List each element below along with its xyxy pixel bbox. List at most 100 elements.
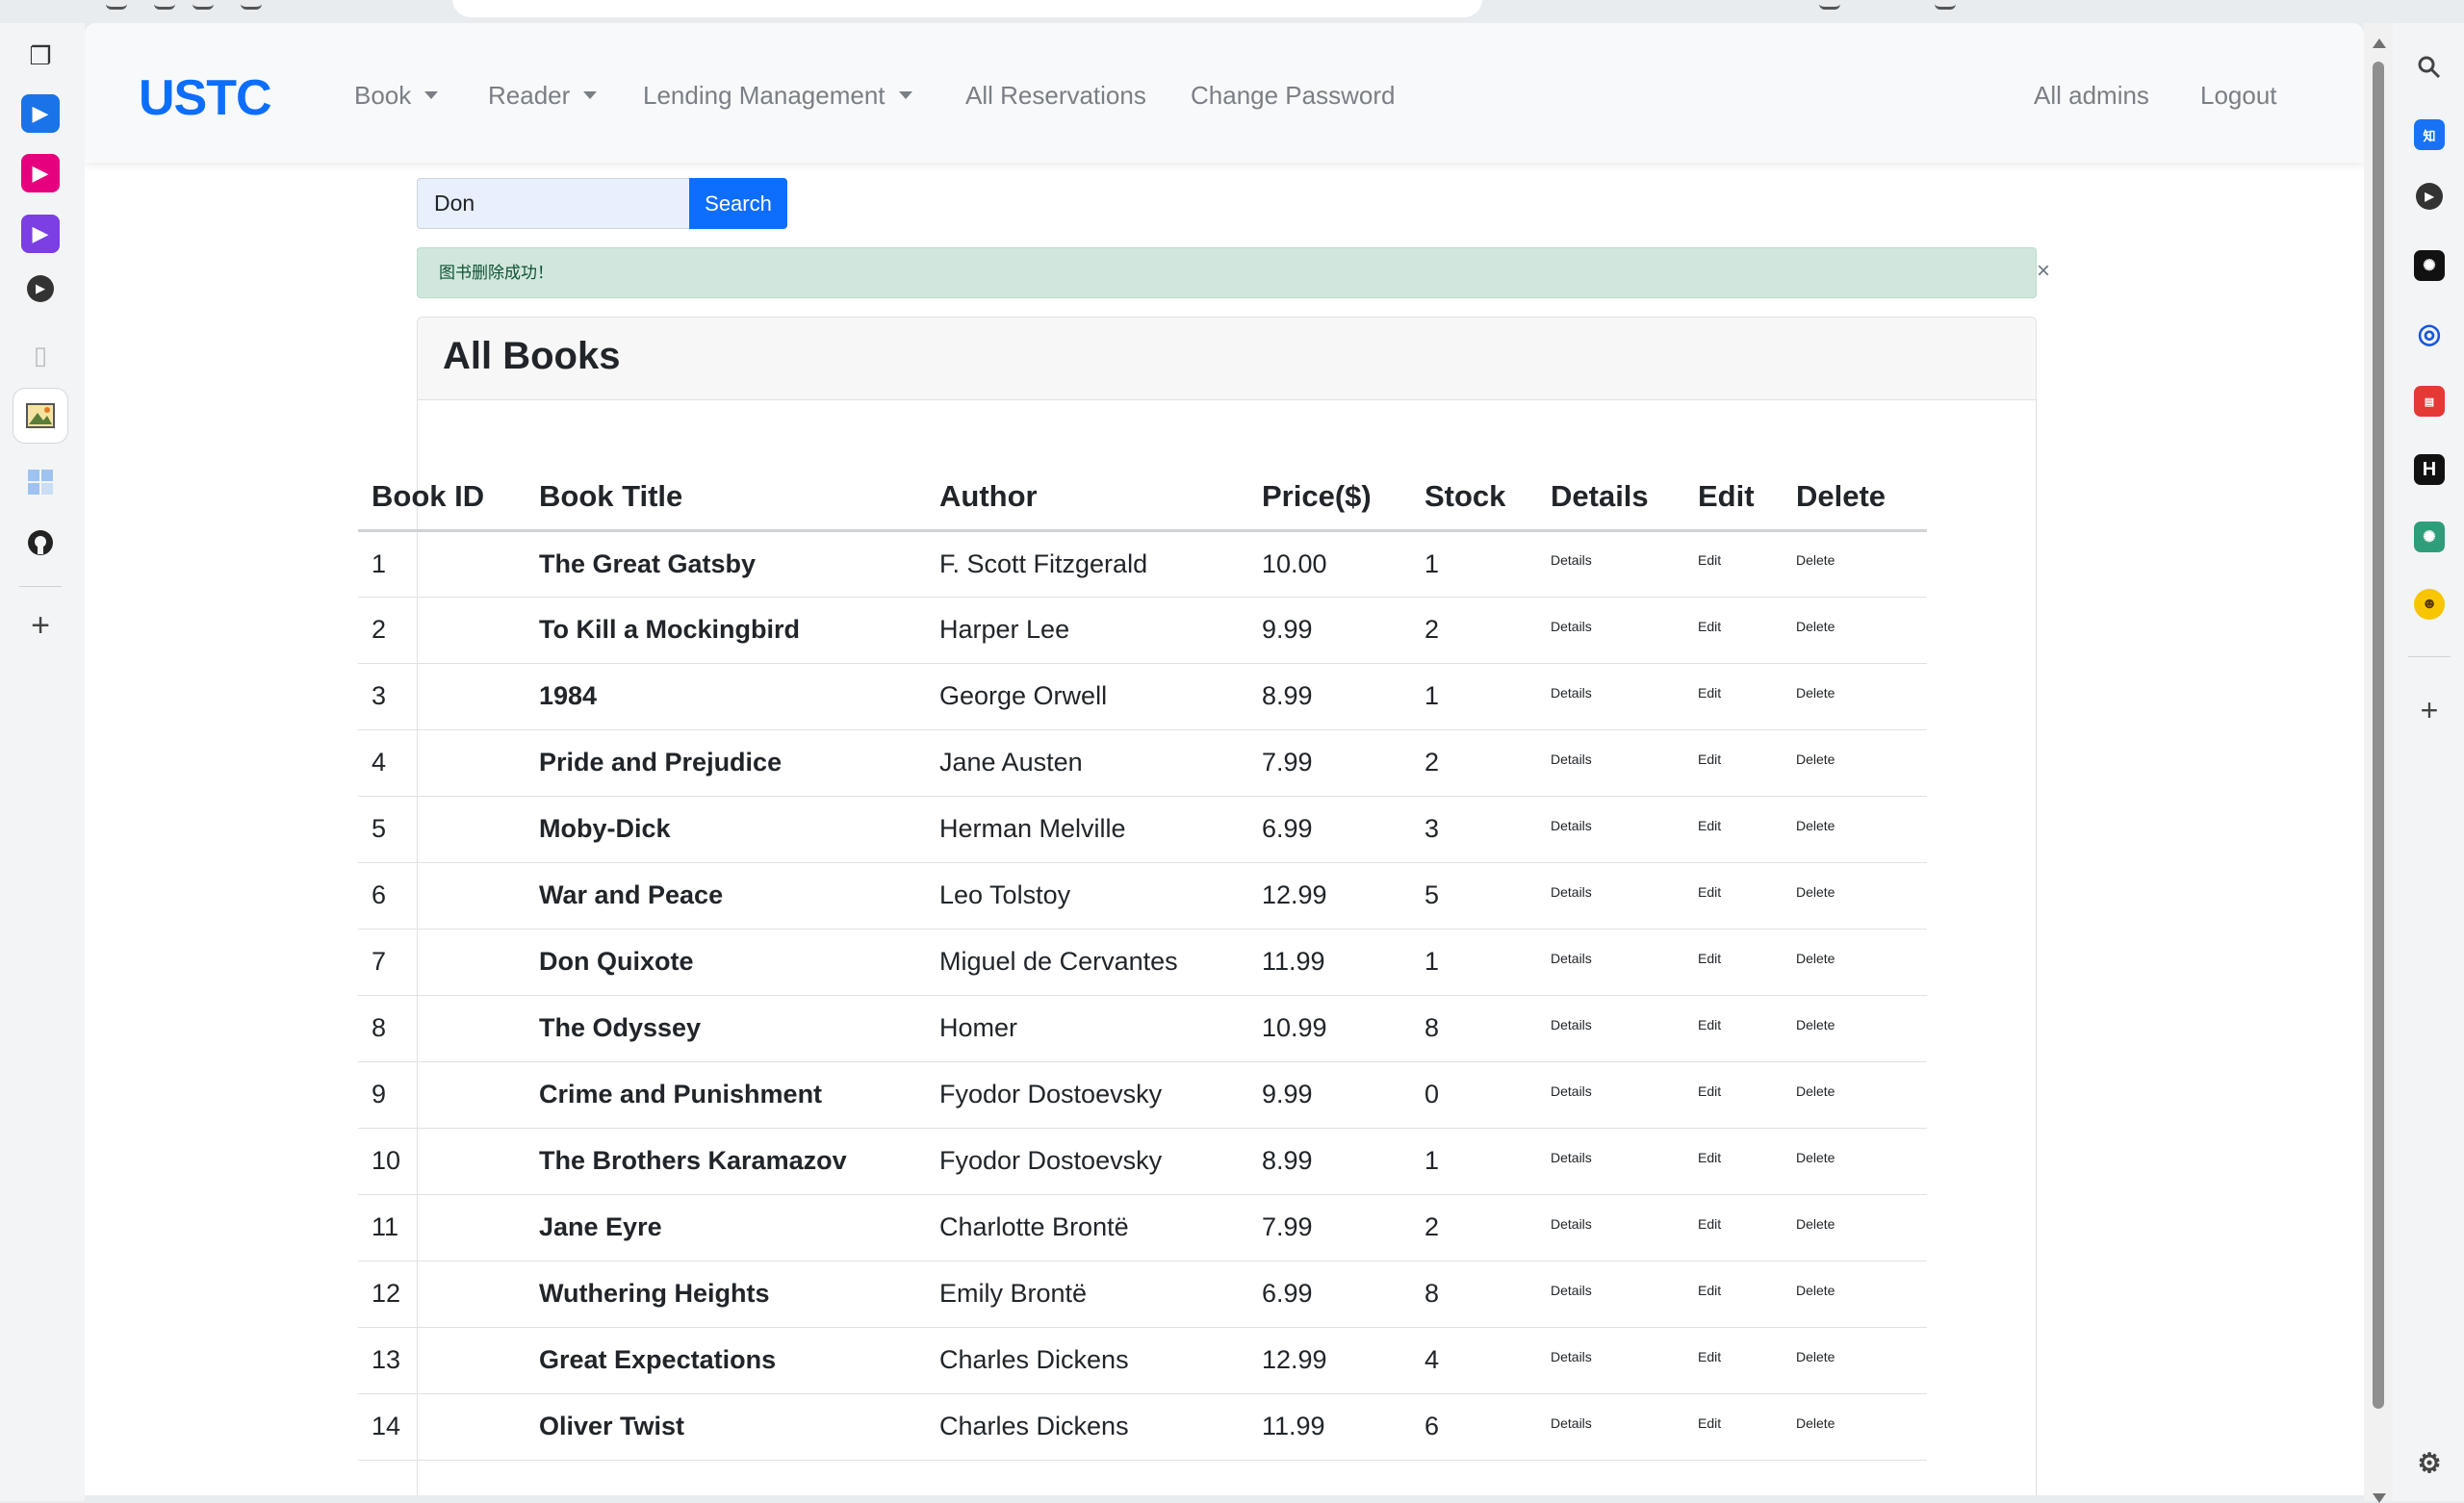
nav-all-reservations[interactable]: All Reservations bbox=[965, 81, 1146, 111]
page-scrollbar[interactable] bbox=[2364, 23, 2393, 1503]
stock-cell: 3 bbox=[1411, 796, 1537, 863]
delete-button[interactable]: Delete bbox=[1796, 619, 1835, 634]
nav-lending-dropdown[interactable]: Lending Management bbox=[643, 81, 912, 111]
edit-button[interactable]: Edit bbox=[1698, 818, 1721, 833]
video-app-icon-blue[interactable]: ▶ bbox=[21, 94, 60, 133]
extensions-icon[interactable] bbox=[1819, 0, 1840, 10]
edit-button[interactable]: Edit bbox=[1698, 552, 1721, 568]
details-button[interactable]: Details bbox=[1551, 884, 1592, 900]
scroll-up-arrow-icon[interactable] bbox=[2373, 38, 2386, 48]
scroll-down-arrow-icon[interactable] bbox=[2373, 1493, 2386, 1503]
emoji-icon[interactable]: ☻ bbox=[2414, 589, 2445, 620]
delete-button[interactable]: Delete bbox=[1796, 951, 1835, 966]
delete-button[interactable]: Delete bbox=[1796, 884, 1835, 900]
video-app-icon-pink[interactable]: ▶ bbox=[21, 154, 60, 192]
details-button[interactable]: Details bbox=[1551, 685, 1592, 701]
details-button[interactable]: Details bbox=[1551, 1083, 1592, 1099]
search-icon[interactable] bbox=[2414, 52, 2445, 83]
edit-button[interactable]: Edit bbox=[1698, 1415, 1721, 1431]
edit-button[interactable]: Edit bbox=[1698, 884, 1721, 900]
tabs-icon[interactable]: ❐ bbox=[21, 37, 60, 75]
price-cell: 7.99 bbox=[1248, 1194, 1411, 1261]
add-icon[interactable]: + bbox=[2414, 693, 2445, 727]
chatgpt-green-icon[interactable]: ✺ bbox=[2414, 522, 2445, 552]
video-app-icon-purple[interactable]: ▶ bbox=[21, 215, 60, 253]
back-icon[interactable] bbox=[106, 0, 127, 10]
delete-button[interactable]: Delete bbox=[1796, 1017, 1835, 1032]
price-cell: 8.99 bbox=[1248, 1128, 1411, 1195]
play-circle-icon[interactable]: ▶ bbox=[2416, 183, 2443, 210]
delete-button[interactable]: Delete bbox=[1796, 685, 1835, 701]
play-circle-icon[interactable]: ▶ bbox=[27, 275, 54, 302]
delete-button[interactable]: Delete bbox=[1796, 1083, 1835, 1099]
grid-app-icon[interactable] bbox=[21, 463, 60, 501]
price-cell: 11.99 bbox=[1248, 929, 1411, 996]
edit-button[interactable]: Edit bbox=[1698, 1017, 1721, 1032]
price-cell: 8.99 bbox=[1248, 663, 1411, 730]
details-button[interactable]: Details bbox=[1551, 1017, 1592, 1032]
edit-button[interactable]: Edit bbox=[1698, 1216, 1721, 1232]
nav-all-admins[interactable]: All admins bbox=[2034, 81, 2149, 111]
nav-logout[interactable]: Logout bbox=[2200, 81, 2277, 111]
nav-change-password[interactable]: Change Password bbox=[1191, 81, 1395, 111]
browser-toolbar bbox=[0, 0, 2464, 23]
book-title-cell: The Odyssey bbox=[526, 995, 926, 1062]
settings-icon[interactable]: ⚙ bbox=[2414, 1447, 2445, 1478]
scrollbar-thumb[interactable] bbox=[2373, 62, 2384, 1409]
home-icon[interactable] bbox=[241, 0, 262, 10]
nav-book-dropdown[interactable]: Book bbox=[354, 81, 439, 111]
delete-button[interactable]: Delete bbox=[1796, 752, 1835, 767]
chatgpt-icon[interactable]: ✺ bbox=[2414, 250, 2445, 281]
stock-cell: 1 bbox=[1411, 1128, 1537, 1195]
details-button[interactable]: Details bbox=[1551, 1216, 1592, 1232]
news-app-icon[interactable]: ▤ bbox=[2414, 386, 2445, 417]
forward-icon[interactable] bbox=[154, 0, 175, 10]
details-button[interactable]: Details bbox=[1551, 1150, 1592, 1165]
edit-button[interactable]: Edit bbox=[1698, 1083, 1721, 1099]
edit-button[interactable]: Edit bbox=[1698, 951, 1721, 966]
details-button[interactable]: Details bbox=[1551, 951, 1592, 966]
github-icon[interactable] bbox=[21, 523, 60, 562]
delete-button[interactable]: Delete bbox=[1796, 1415, 1835, 1431]
delete-button[interactable]: Delete bbox=[1796, 552, 1835, 568]
search-input[interactable] bbox=[417, 178, 689, 229]
details-button[interactable]: Details bbox=[1551, 1349, 1592, 1364]
delete-button[interactable]: Delete bbox=[1796, 1216, 1835, 1232]
edit-button[interactable]: Edit bbox=[1698, 1283, 1721, 1298]
edit-button[interactable]: Edit bbox=[1698, 685, 1721, 701]
delete-button-cell: Delete bbox=[1783, 929, 1927, 996]
address-bar[interactable] bbox=[452, 0, 1482, 17]
header-edit: Edit bbox=[1684, 443, 1783, 532]
refresh-icon[interactable] bbox=[192, 0, 214, 10]
add-icon[interactable]: + bbox=[21, 606, 60, 645]
delete-button[interactable]: Delete bbox=[1796, 1349, 1835, 1364]
edit-button[interactable]: Edit bbox=[1698, 752, 1721, 767]
delete-button[interactable]: Delete bbox=[1796, 818, 1835, 833]
edge-icon[interactable]: ◎ bbox=[2414, 318, 2445, 348]
details-button[interactable]: Details bbox=[1551, 752, 1592, 767]
table-row: 9 Crime and Punishment Fyodor Dostoevsky 9.… bbox=[358, 1061, 1927, 1129]
search-button[interactable]: Search bbox=[689, 178, 787, 229]
zhihu-icon[interactable]: 知 bbox=[2414, 119, 2445, 150]
edit-button[interactable]: Edit bbox=[1698, 1150, 1721, 1165]
brand-logo[interactable]: USTC bbox=[139, 69, 272, 127]
header-book-title: Book Title bbox=[526, 443, 926, 532]
details-button[interactable]: Details bbox=[1551, 818, 1592, 833]
delete-button[interactable]: Delete bbox=[1796, 1150, 1835, 1165]
close-icon[interactable]: × bbox=[2029, 254, 2058, 289]
details-button[interactable]: Details bbox=[1551, 619, 1592, 634]
details-button[interactable]: Details bbox=[1551, 552, 1592, 568]
h-app-icon[interactable]: H bbox=[2414, 454, 2445, 485]
delete-button[interactable]: Delete bbox=[1796, 1283, 1835, 1298]
settings-icon[interactable] bbox=[1935, 0, 1956, 10]
edit-button[interactable]: Edit bbox=[1698, 1349, 1721, 1364]
details-button[interactable]: Details bbox=[1551, 1415, 1592, 1431]
document-icon[interactable]: ▯ bbox=[21, 336, 60, 374]
edit-button[interactable]: Edit bbox=[1698, 619, 1721, 634]
price-cell: 12.99 bbox=[1248, 1327, 1411, 1394]
details-button[interactable]: Details bbox=[1551, 1283, 1592, 1298]
card-header: All Books bbox=[418, 318, 2036, 400]
nav-reader-dropdown[interactable]: Reader bbox=[488, 81, 598, 111]
image-app-icon[interactable] bbox=[13, 389, 67, 443]
stock-cell: 8 bbox=[1411, 995, 1537, 1062]
